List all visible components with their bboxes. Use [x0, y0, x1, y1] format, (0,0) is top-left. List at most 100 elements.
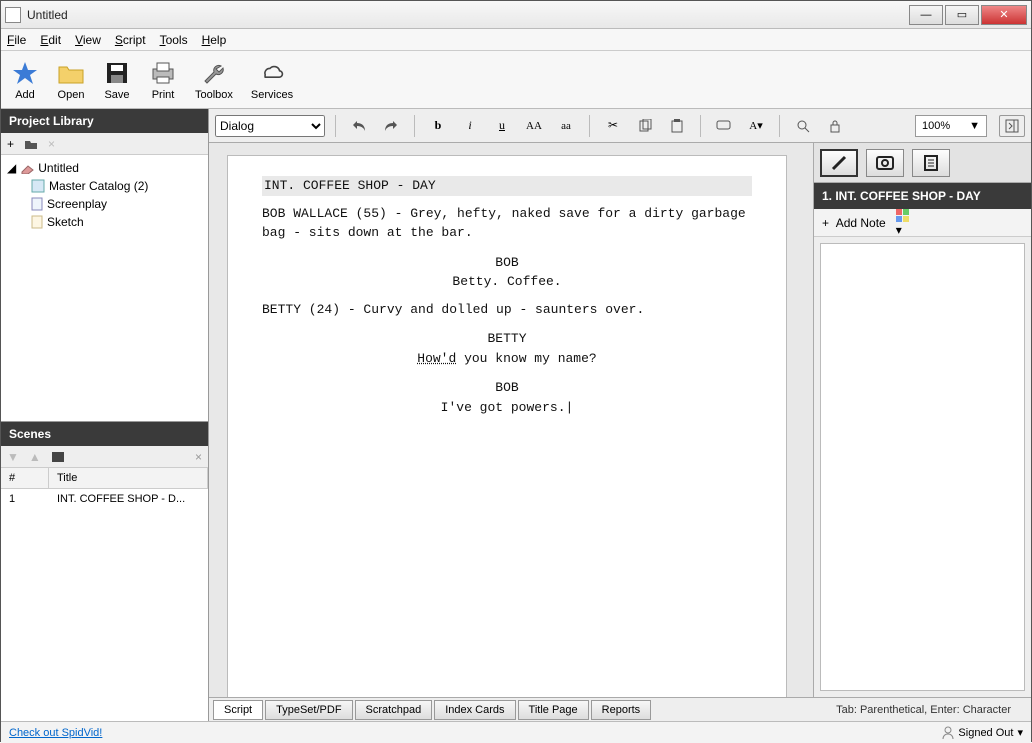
add-item-icon[interactable]: + [7, 137, 14, 151]
services-label: Services [251, 89, 293, 101]
tab-indexcards[interactable]: Index Cards [434, 700, 515, 720]
scenes-header: Scenes [1, 422, 208, 446]
notes-tab[interactable] [820, 149, 858, 177]
menu-view[interactable]: View [75, 33, 101, 47]
copy-button[interactable] [632, 115, 658, 137]
main-toolbar: Add Open Save Print Toolbox Services [1, 51, 1031, 109]
keyboard-hint: Tab: Parenthetical, Enter: Character [836, 704, 1011, 716]
bottom-tabs: Script TypeSet/PDF Scratchpad Index Card… [209, 697, 1031, 721]
user-icon [942, 726, 954, 740]
menu-tools[interactable]: Tools [160, 33, 188, 47]
scene-num: 1 [1, 489, 49, 509]
character-name[interactable]: BETTY [262, 329, 752, 349]
current-scene-label: 1. INT. COFFEE SHOP - DAY [814, 183, 1031, 209]
add-note-button[interactable]: + Add Note [822, 216, 886, 230]
menu-edit[interactable]: Edit [40, 33, 61, 47]
catalog-icon [31, 179, 45, 193]
character-name[interactable]: BOB [262, 253, 752, 273]
tab-reports[interactable]: Reports [591, 700, 652, 720]
tab-titlepage[interactable]: Title Page [518, 700, 589, 720]
tree-item-catalog[interactable]: Master Catalog (2) [3, 177, 206, 195]
uppercase-button[interactable]: AA [521, 115, 547, 137]
dialog-line[interactable]: Betty. Coffee. [262, 272, 752, 292]
tab-script[interactable]: Script [213, 700, 263, 720]
cut-button[interactable]: ✂ [600, 115, 626, 137]
lock-button[interactable] [822, 115, 848, 137]
italic-button[interactable]: i [457, 115, 483, 137]
save-label: Save [104, 89, 129, 101]
col-title[interactable]: Title [49, 468, 208, 488]
redo-button[interactable] [378, 115, 404, 137]
menu-help[interactable]: Help [202, 33, 227, 47]
scene-close-icon[interactable]: × [195, 450, 202, 464]
window-title: Untitled [27, 8, 907, 22]
tab-typeset[interactable]: TypeSet/PDF [265, 700, 352, 720]
scene-card-icon[interactable] [51, 451, 65, 463]
zoom-value: 100% [922, 120, 950, 132]
maximize-button[interactable]: ▭ [945, 5, 979, 25]
toolbox-label: Toolbox [195, 89, 233, 101]
tree-item-sketch[interactable]: Sketch [3, 213, 206, 231]
save-button[interactable]: Save [103, 59, 131, 101]
comment-button[interactable] [711, 115, 737, 137]
scenes-table: # Title 1 INT. COFFEE SHOP - D... [1, 468, 208, 721]
breakdown-tab[interactable] [912, 149, 950, 177]
search-button[interactable] [790, 115, 816, 137]
expand-icon[interactable]: ◢ [7, 161, 16, 175]
panel-toggle-button[interactable] [999, 115, 1025, 137]
spidvid-link[interactable]: Check out SpidVid! [9, 727, 102, 739]
open-button[interactable]: Open [57, 59, 85, 101]
menu-script[interactable]: Script [115, 33, 146, 47]
element-type-select[interactable]: Dialog [215, 115, 325, 137]
dialog-line[interactable]: I've got powers. [262, 398, 752, 418]
tree-root-label: Untitled [38, 161, 79, 175]
bold-button[interactable]: b [425, 115, 451, 137]
tree-item-screenplay[interactable]: Screenplay [3, 195, 206, 213]
scene-heading[interactable]: INT. COFFEE SHOP - DAY [262, 176, 752, 196]
print-label: Print [152, 89, 175, 101]
scene-title: INT. COFFEE SHOP - D... [49, 489, 208, 509]
media-tab[interactable] [866, 149, 904, 177]
tree-root[interactable]: ◢ Untitled [3, 159, 206, 177]
editor-scroll[interactable]: INT. COFFEE SHOP - DAY BOB WALLACE (55) … [209, 143, 813, 697]
star-icon [11, 59, 39, 87]
dialog-line[interactable]: How'd you know my name? [262, 349, 752, 369]
toolbox-button[interactable]: Toolbox [195, 59, 233, 101]
col-num[interactable]: # [1, 468, 49, 488]
statusbar: Check out SpidVid! Signed Out ▾ [1, 721, 1031, 743]
eraser-icon [20, 162, 34, 174]
folder-small-icon[interactable] [24, 138, 38, 150]
note-color-picker[interactable]: ▾ [896, 209, 910, 237]
add-label: Add [15, 89, 35, 101]
scene-row[interactable]: 1 INT. COFFEE SHOP - D... [1, 489, 208, 509]
services-button[interactable]: Services [251, 59, 293, 101]
character-name[interactable]: BOB [262, 378, 752, 398]
scene-up-icon[interactable]: ▲ [29, 450, 41, 464]
cloud-icon [258, 59, 286, 87]
add-button[interactable]: Add [11, 59, 39, 101]
print-button[interactable]: Print [149, 59, 177, 101]
undo-button[interactable] [346, 115, 372, 137]
project-tree: ◢ Untitled Master Catalog (2) Screenplay… [1, 155, 208, 421]
script-page[interactable]: INT. COFFEE SHOP - DAY BOB WALLACE (55) … [227, 155, 787, 697]
dropdown-icon[interactable]: ▾ [1017, 726, 1023, 739]
underline-button[interactable]: u [489, 115, 515, 137]
action-line[interactable]: BOB WALLACE (55) - Grey, hefty, naked sa… [262, 204, 752, 243]
delete-item-icon[interactable]: × [48, 137, 55, 151]
lowercase-button[interactable]: aa [553, 115, 579, 137]
minimize-button[interactable]: — [909, 5, 943, 25]
close-button[interactable]: ✕ [981, 5, 1027, 25]
notes-area[interactable] [820, 243, 1025, 691]
menu-file[interactable]: File [7, 33, 26, 47]
zoom-select[interactable]: 100%▼ [915, 115, 987, 137]
app-icon [5, 7, 21, 23]
signed-out-button[interactable]: Signed Out [958, 727, 1013, 739]
paste-button[interactable] [664, 115, 690, 137]
scene-down-icon[interactable]: ▼ [7, 450, 19, 464]
library-tools: + × [1, 133, 208, 155]
font-button[interactable]: A▾ [743, 115, 769, 137]
tab-scratchpad[interactable]: Scratchpad [355, 700, 433, 720]
action-line[interactable]: BETTY (24) - Curvy and dolled up - saunt… [262, 300, 752, 320]
right-panel: 1. INT. COFFEE SHOP - DAY + Add Note ▾ [813, 143, 1031, 697]
left-sidebar: Project Library + × ◢ Untitled Master Ca… [1, 109, 209, 721]
